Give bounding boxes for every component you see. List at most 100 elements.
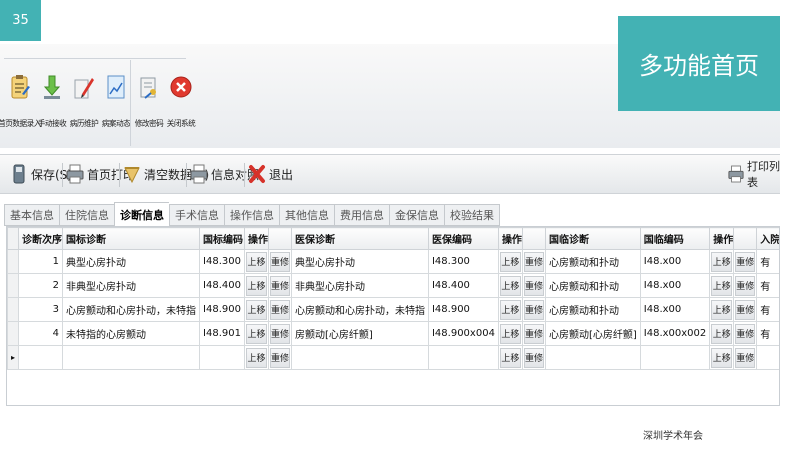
tab-4[interactable]: 操作信息 [224,204,279,226]
column-header[interactable]: 国标诊断 [62,227,201,250]
ribbon-button-home-entry[interactable]: 首页数据录入 [0,60,41,144]
print-list-button[interactable]: 打印列表 [728,160,780,189]
move-up-button[interactable]: 上移 [711,251,733,272]
column-header[interactable] [267,227,292,250]
table-cell[interactable]: I48.901 [199,321,245,346]
edit-button[interactable]: 重修 [269,275,290,296]
row-selector[interactable] [7,249,20,274]
table-cell[interactable]: 4 [18,321,64,346]
move-up-button[interactable]: 上移 [245,323,267,344]
ribbon-button-record-maintain[interactable]: 病历维护 [68,60,99,144]
move-up-button[interactable]: 上移 [499,251,521,272]
tab-3[interactable]: 手术信息 [169,204,224,226]
tab-5[interactable]: 其他信息 [279,204,334,226]
edit-button[interactable]: 重修 [269,347,290,368]
table-cell[interactable]: I48.x00 [639,249,711,274]
move-up-button[interactable]: 上移 [245,299,267,320]
table-cell[interactable]: 未特指的心房颤动 [62,321,201,346]
edit-button[interactable]: 重修 [523,299,544,320]
edit-button[interactable]: 重修 [735,347,756,368]
table-cell[interactable]: I48.x00 [639,273,711,298]
row-selector[interactable]: ▸ [7,345,20,370]
edit-button[interactable]: 重修 [523,347,544,368]
table-cell[interactable] [427,345,499,370]
move-up-button[interactable]: 上移 [245,251,267,272]
column-header[interactable]: 国标编码 [199,227,245,250]
tab-6[interactable]: 费用信息 [334,204,389,226]
ribbon-button-change-password[interactable]: 修改密码 [133,60,164,144]
edit-button[interactable]: 重修 [523,323,544,344]
column-header[interactable]: 操作 [497,227,523,250]
table-cell[interactable] [544,345,641,370]
tab-2[interactable]: 诊断信息 [114,202,169,226]
table-cell[interactable]: 非典型心房扑动 [290,273,429,298]
move-up-button[interactable]: 上移 [499,347,521,368]
table-cell[interactable]: 心房颤动和扑动 [544,249,641,274]
move-up-button[interactable]: 上移 [499,299,521,320]
column-header[interactable]: 入院病情 [756,227,779,250]
row-selector[interactable] [7,273,20,298]
table-cell[interactable]: I48.400 [427,273,499,298]
table-cell[interactable]: 有 [756,321,779,346]
row-selector[interactable] [7,297,20,322]
table-cell[interactable]: I48.900 [199,297,245,322]
move-up-button[interactable]: 上移 [245,347,267,368]
column-header[interactable] [733,227,758,250]
tab-0[interactable]: 基本信息 [4,204,59,226]
edit-button[interactable]: 重修 [269,299,290,320]
table-row[interactable]: 1 典型心房扑动 I48.300 上移 重修 典型心房扑动 I48.300 上移 重修 心房颤动和… [7,249,779,274]
table-row[interactable]: 3 心房颤动和心房扑动，未特指 I48.900 上移 重修 心房颤动和心房扑动，未特指 I4… [7,297,779,322]
edit-button[interactable]: 重修 [523,275,544,296]
row-selector[interactable] [7,321,20,346]
tab-8[interactable]: 校验结果 [444,204,500,226]
edit-button[interactable]: 重修 [523,251,544,272]
table-cell[interactable] [62,345,201,370]
edit-button[interactable]: 重修 [735,275,756,296]
table-cell[interactable]: 3 [18,297,64,322]
edit-button[interactable]: 重修 [269,323,290,344]
move-up-button[interactable]: 上移 [711,347,733,368]
table-cell[interactable] [18,345,64,370]
table-cell[interactable] [199,345,245,370]
table-cell[interactable]: 心房颤动和心房扑动，未特指 [62,297,201,322]
table-cell[interactable]: I48.300 [199,249,245,274]
table-cell[interactable]: 房颤动[心房纤颤] [290,321,429,346]
table-cell[interactable]: 心房颤动和扑动 [544,273,641,298]
edit-button[interactable]: 重修 [269,251,290,272]
column-header[interactable]: 操作 [243,227,269,250]
ribbon-button-record-status[interactable]: 病案动态 [100,60,131,144]
table-cell[interactable]: I48.300 [427,249,499,274]
move-up-button[interactable]: 上移 [499,275,521,296]
column-header[interactable]: 操作 [709,227,735,250]
column-header[interactable]: 国临诊断 [544,227,641,250]
table-row[interactable]: 4 未特指的心房颤动 I48.901 上移 重修 房颤动[心房纤颤] I48.900x004… [7,321,779,346]
table-cell[interactable]: I48.900 [427,297,499,322]
ribbon-button-close-system[interactable]: 关闭系统 [165,60,196,144]
table-cell[interactable]: 有 [756,273,779,298]
table-cell[interactable]: 非典型心房扑动 [62,273,201,298]
column-header[interactable]: 医保编码 [427,227,499,250]
edit-button[interactable]: 重修 [735,323,756,344]
move-up-button[interactable]: 上移 [245,275,267,296]
table-cell[interactable]: 典型心房扑动 [290,249,429,274]
table-cell[interactable]: 典型心房扑动 [62,249,201,274]
table-cell[interactable]: 1 [18,249,64,274]
table-cell[interactable]: 心房颤动和扑动 [544,297,641,322]
table-row[interactable]: ▸ 上移 重修 上移 重修 上移 重修 [7,345,779,370]
column-header[interactable]: 诊断次序 [18,227,64,250]
move-up-button[interactable]: 上移 [499,323,521,344]
tab-1[interactable]: 住院信息 [59,204,114,226]
table-cell[interactable] [290,345,429,370]
table-cell[interactable]: 有 [756,249,779,274]
table-cell[interactable]: I48.900x004 [427,321,499,346]
table-cell[interactable]: 心房颤动和心房扑动，未特指 [290,297,429,322]
table-cell[interactable]: 有 [756,297,779,322]
edit-button[interactable]: 重修 [735,299,756,320]
tab-7[interactable]: 金保信息 [389,204,444,226]
table-cell[interactable]: I48.x00x002 [639,321,711,346]
move-up-button[interactable]: 上移 [711,275,733,296]
table-cell[interactable]: 心房颤动[心房纤颤] [544,321,641,346]
exit-button[interactable]: 退出 [248,161,293,187]
column-header[interactable]: 医保诊断 [290,227,429,250]
move-up-button[interactable]: 上移 [711,299,733,320]
